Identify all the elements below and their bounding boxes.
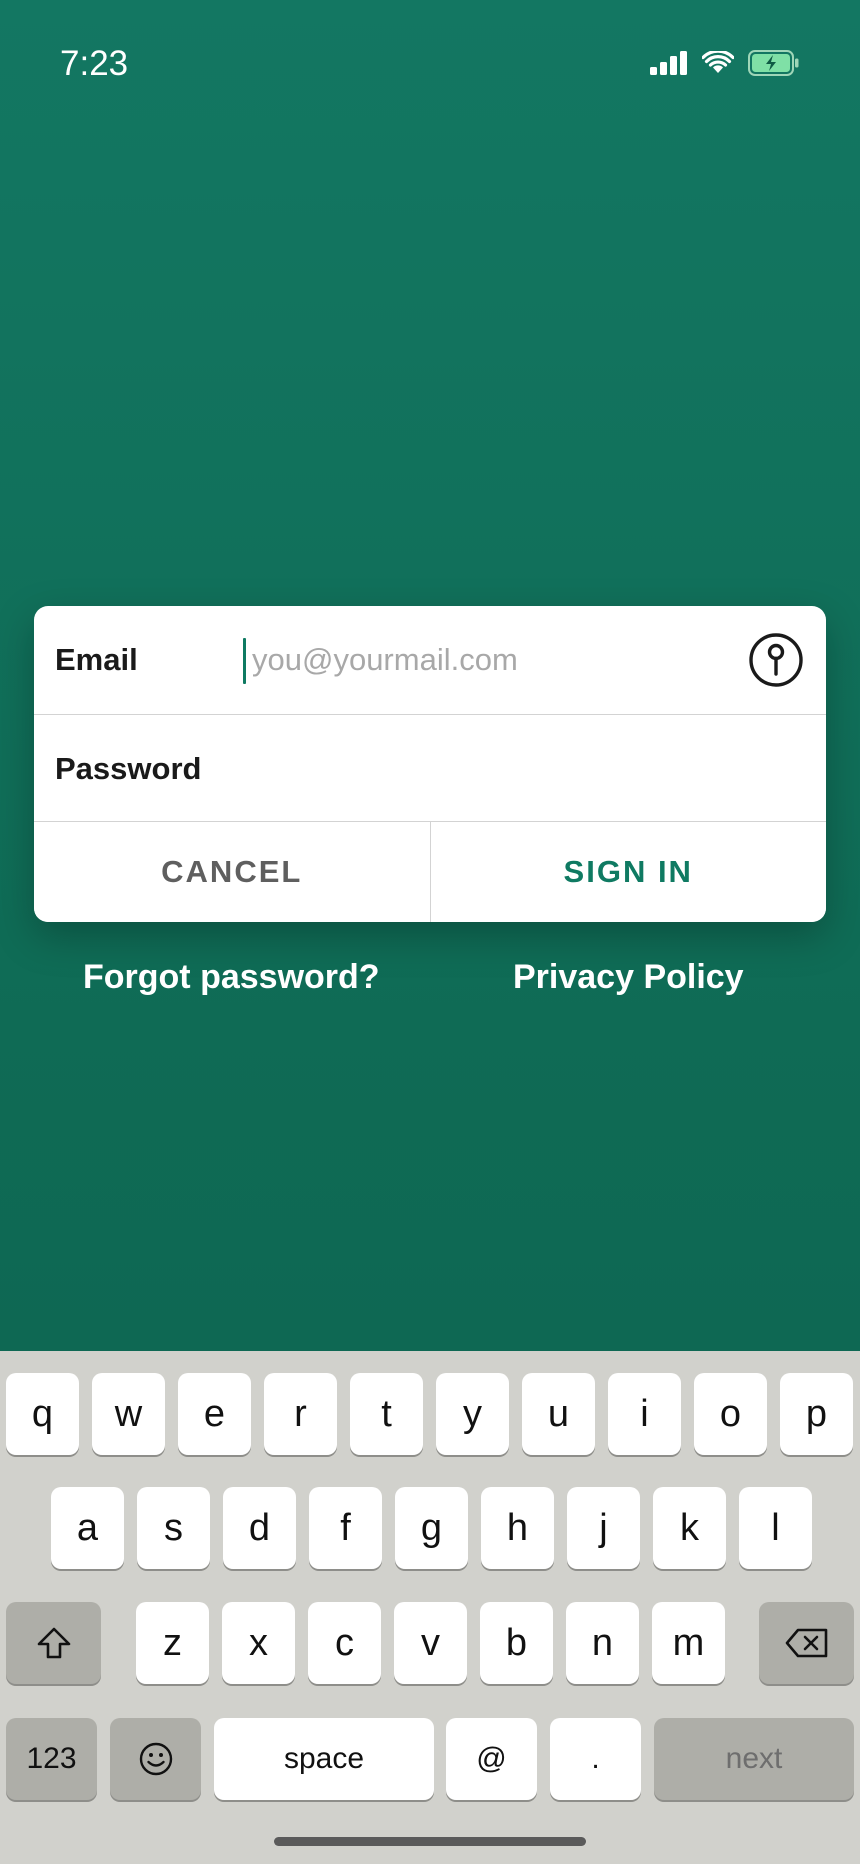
privacy-policy-link[interactable]: Privacy Policy [513, 958, 744, 997]
key-x[interactable]: x [222, 1602, 295, 1684]
password-row: Password [34, 714, 826, 822]
key-f[interactable]: f [309, 1487, 382, 1569]
sign-in-button[interactable]: SIGN IN [430, 822, 826, 922]
text-caret [243, 638, 246, 684]
key-e[interactable]: e [178, 1373, 251, 1455]
key-i[interactable]: i [608, 1373, 681, 1455]
key-u[interactable]: u [522, 1373, 595, 1455]
status-time: 7:23 [60, 44, 129, 83]
backspace-icon [785, 1628, 827, 1658]
key-r[interactable]: r [264, 1373, 337, 1455]
key-q[interactable]: q [6, 1373, 79, 1455]
numbers-key[interactable]: 123 [6, 1718, 97, 1800]
period-key[interactable]: . [550, 1718, 641, 1800]
wifi-icon [702, 51, 734, 73]
key-h[interactable]: h [481, 1487, 554, 1569]
next-key[interactable]: next [654, 1718, 854, 1800]
key-w[interactable]: w [92, 1373, 165, 1455]
key-t[interactable]: t [350, 1373, 423, 1455]
key-d[interactable]: d [223, 1487, 296, 1569]
key-n[interactable]: n [566, 1602, 639, 1684]
status-bar: 7:23 [0, 0, 860, 130]
login-dialog: Email Password CANCEL SIGN IN [34, 606, 826, 922]
email-label: Email [55, 642, 138, 677]
home-indicator [274, 1837, 586, 1846]
dialog-actions: CANCEL SIGN IN [34, 822, 826, 922]
key-v[interactable]: v [394, 1602, 467, 1684]
forgot-password-link[interactable]: Forgot password? [83, 958, 380, 997]
key-k[interactable]: k [653, 1487, 726, 1569]
battery-charging-icon [748, 50, 799, 76]
keyboard: q w e r t y u i o p a s d f g h j k l z … [0, 1351, 860, 1864]
key-y[interactable]: y [436, 1373, 509, 1455]
delete-key[interactable] [759, 1602, 854, 1684]
key-c[interactable]: c [308, 1602, 381, 1684]
help-links: Forgot password? Privacy Policy [0, 958, 860, 1008]
space-key[interactable]: space [214, 1718, 434, 1800]
key-o[interactable]: o [694, 1373, 767, 1455]
key-j[interactable]: j [567, 1487, 640, 1569]
password-field[interactable] [246, 738, 810, 800]
emoji-key[interactable] [110, 1718, 201, 1800]
password-label: Password [55, 751, 202, 786]
key-b[interactable]: b [480, 1602, 553, 1684]
email-field[interactable] [246, 630, 752, 690]
shift-icon [37, 1627, 70, 1659]
key-icon[interactable] [748, 632, 804, 688]
key-m[interactable]: m [652, 1602, 725, 1684]
shift-key[interactable] [6, 1602, 101, 1684]
at-key[interactable]: @ [446, 1718, 537, 1800]
cancel-button[interactable]: CANCEL [34, 822, 431, 922]
emoji-icon [139, 1742, 172, 1776]
status-icons [650, 50, 800, 76]
key-a[interactable]: a [51, 1487, 124, 1569]
key-g[interactable]: g [395, 1487, 468, 1569]
email-row: Email [34, 606, 826, 715]
cellular-signal-icon [650, 51, 687, 75]
key-l[interactable]: l [739, 1487, 812, 1569]
key-p[interactable]: p [780, 1373, 853, 1455]
key-s[interactable]: s [137, 1487, 210, 1569]
key-z[interactable]: z [136, 1602, 209, 1684]
